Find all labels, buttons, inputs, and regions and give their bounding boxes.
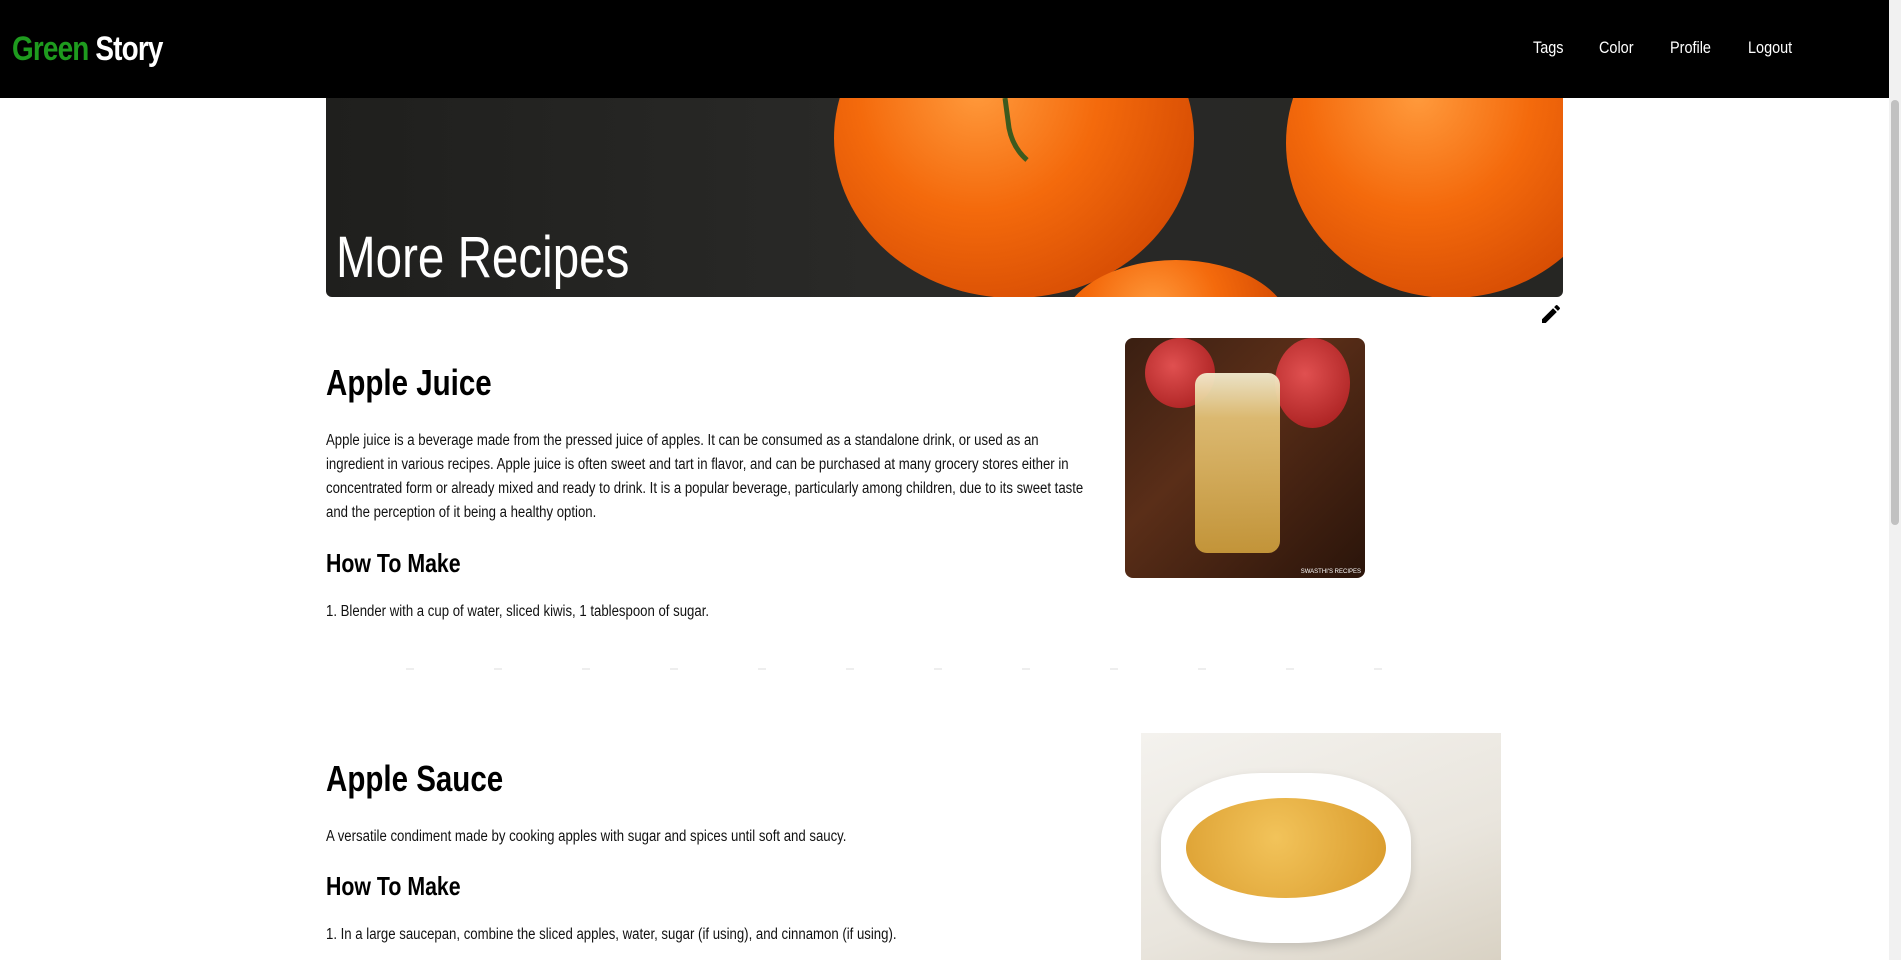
brand-logo[interactable]: Green Story bbox=[12, 30, 163, 69]
how-to-make-heading: How To Make bbox=[326, 871, 461, 901]
nav-tags[interactable]: Tags bbox=[1533, 38, 1564, 58]
apple-sauce-image bbox=[1141, 733, 1501, 960]
brand-logo-green: Green bbox=[12, 30, 89, 68]
recipe-step: 1. In a large saucepan, combine the slic… bbox=[326, 926, 897, 943]
recipe-divider bbox=[326, 668, 1426, 670]
apple-juice-image: SWASTHI'S RECIPES bbox=[1125, 338, 1365, 578]
hero-banner: More Recipes bbox=[326, 98, 1563, 297]
recipe-description: Apple juice is a beverage made from the … bbox=[326, 432, 1084, 521]
nav-profile[interactable]: Profile bbox=[1670, 38, 1711, 58]
orange-image-2 bbox=[1286, 98, 1563, 297]
recipe-description: A versatile condiment made by cooking ap… bbox=[326, 828, 847, 845]
page-scrollbar[interactable] bbox=[1889, 0, 1901, 960]
stem-icon bbox=[1002, 98, 1029, 162]
top-navbar: Green Story Tags Color Profile Logout bbox=[0, 0, 1901, 98]
brand-logo-story: Story bbox=[95, 30, 163, 68]
recipe-title: Apple Juice bbox=[326, 362, 492, 403]
image-watermark: SWASTHI'S RECIPES bbox=[1300, 569, 1361, 575]
recipe-title: Apple Sauce bbox=[326, 758, 504, 799]
nav-color[interactable]: Color bbox=[1599, 38, 1634, 58]
nav-logout[interactable]: Logout bbox=[1748, 38, 1792, 58]
pencil-icon[interactable] bbox=[1539, 302, 1563, 326]
scrollbar-thumb[interactable] bbox=[1891, 100, 1899, 525]
how-to-make-heading: How To Make bbox=[326, 548, 461, 578]
recipe-step: 1. Blender with a cup of water, sliced k… bbox=[326, 603, 710, 620]
hero-title: More Recipes bbox=[336, 225, 630, 290]
